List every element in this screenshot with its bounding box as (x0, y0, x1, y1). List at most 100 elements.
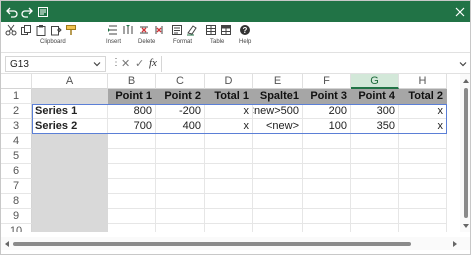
row-header-2[interactable]: 2 (1, 104, 32, 119)
row-header-9[interactable]: 9 (1, 209, 32, 224)
row-header-10[interactable]: 10 (1, 224, 32, 232)
horizontal-scrollbar[interactable] (1, 237, 470, 250)
cell-g2[interactable]: 300 (351, 104, 399, 119)
cell-c5[interactable] (156, 149, 205, 164)
cell-d4[interactable] (205, 134, 253, 149)
cell-d1[interactable]: Total 1 (205, 89, 253, 104)
cell-d10[interactable] (205, 224, 253, 232)
cell-b6[interactable] (108, 164, 156, 179)
cell-g9[interactable] (351, 209, 399, 224)
cell-a1[interactable] (32, 89, 108, 104)
cell-c8[interactable] (156, 194, 205, 209)
cell-f2[interactable]: 200 (303, 104, 351, 119)
column-header-c[interactable]: C (156, 74, 205, 89)
cell-g1[interactable]: Point 4 (351, 89, 399, 104)
cell-g6[interactable] (351, 164, 399, 179)
row-header-7[interactable]: 7 (1, 179, 32, 194)
select-all-corner[interactable] (1, 74, 32, 89)
cell-c3[interactable]: 400 (156, 119, 205, 134)
cell-h9[interactable] (399, 209, 447, 224)
cell-b4[interactable] (108, 134, 156, 149)
cell-d9[interactable] (205, 209, 253, 224)
close-icon[interactable] (453, 4, 467, 19)
cell-d7[interactable] (205, 179, 253, 194)
row-header-1[interactable]: 1 (1, 89, 32, 104)
cell-g8[interactable] (351, 194, 399, 209)
cell-g7[interactable] (351, 179, 399, 194)
cell-h10[interactable] (399, 224, 447, 232)
worksheet-grid[interactable]: A B C D E F G H 1 Point 1 Point 2 Total 1 Spalte1 Poi… (1, 74, 460, 232)
help-icon[interactable]: ? (238, 23, 251, 36)
cell-e8[interactable] (253, 194, 303, 209)
delete-column-icon[interactable] (152, 23, 165, 36)
cell-b7[interactable] (108, 179, 156, 194)
cell-e10[interactable] (253, 224, 303, 232)
row-header-6[interactable]: 6 (1, 164, 32, 179)
cell-d3[interactable]: x (205, 119, 253, 134)
cell-f8[interactable] (303, 194, 351, 209)
cell-h2[interactable]: x (399, 104, 447, 119)
cell-h7[interactable] (399, 179, 447, 194)
column-header-e[interactable]: E (253, 74, 303, 89)
cut-icon[interactable] (4, 23, 17, 36)
cell-a2[interactable]: Series 1 (32, 104, 108, 119)
scroll-up-icon[interactable] (462, 77, 470, 85)
cell-c2[interactable]: -200 (156, 104, 205, 119)
cell-c9[interactable] (156, 209, 205, 224)
row-header-5[interactable]: 5 (1, 149, 32, 164)
copy-icon[interactable] (19, 23, 32, 36)
cell-a8[interactable] (32, 194, 108, 209)
column-header-a[interactable]: A (32, 74, 108, 89)
cell-d5[interactable] (205, 149, 253, 164)
cell-c1[interactable]: Point 2 (156, 89, 205, 104)
cell-h1[interactable]: Total 2 (399, 89, 447, 104)
cell-f7[interactable] (303, 179, 351, 194)
cell-f6[interactable] (303, 164, 351, 179)
vertical-scrollbar[interactable] (460, 74, 470, 232)
scroll-down-icon[interactable] (462, 222, 470, 230)
cell-h4[interactable] (399, 134, 447, 149)
cell-g4[interactable] (351, 134, 399, 149)
cell-a6[interactable] (32, 164, 108, 179)
name-box[interactable]: G13 (5, 56, 106, 72)
expand-formula-bar-icon[interactable] (458, 59, 468, 69)
cell-d6[interactable] (205, 164, 253, 179)
cell-c6[interactable] (156, 164, 205, 179)
insert-function-icon[interactable]: fx (149, 57, 157, 69)
cell-e7[interactable] (253, 179, 303, 194)
cell-d8[interactable] (205, 194, 253, 209)
scroll-left-icon[interactable] (3, 240, 11, 248)
redo-icon[interactable] (20, 4, 34, 19)
cell-f1[interactable]: Point 3 (303, 89, 351, 104)
cell-b2[interactable]: 800 (108, 104, 156, 119)
column-header-g[interactable]: G (351, 74, 399, 89)
cell-e5[interactable] (253, 149, 303, 164)
column-header-d[interactable]: D (205, 74, 253, 89)
cell-h8[interactable] (399, 194, 447, 209)
cell-b5[interactable] (108, 149, 156, 164)
format-painter-icon[interactable] (64, 23, 77, 36)
enter-icon[interactable]: ✓ (135, 57, 144, 70)
form-icon[interactable] (36, 4, 50, 19)
cell-f10[interactable] (303, 224, 351, 232)
cell-g5[interactable] (351, 149, 399, 164)
insert-column-icon[interactable] (121, 23, 134, 36)
cell-f5[interactable] (303, 149, 351, 164)
cancel-icon[interactable]: ✕ (121, 57, 130, 70)
table-icon[interactable] (204, 23, 217, 36)
cell-a5[interactable] (32, 149, 108, 164)
cell-a9[interactable] (32, 209, 108, 224)
cell-e3[interactable]: <new> (253, 119, 303, 134)
cell-f4[interactable] (303, 134, 351, 149)
cell-d2[interactable]: x (205, 104, 253, 119)
delete-row-icon[interactable] (137, 23, 150, 36)
cell-e4[interactable] (253, 134, 303, 149)
cell-e9[interactable] (253, 209, 303, 224)
undo-icon[interactable] (5, 4, 19, 19)
cell-c7[interactable] (156, 179, 205, 194)
scroll-right-icon[interactable] (451, 240, 459, 248)
cell-a4[interactable] (32, 134, 108, 149)
cell-h5[interactable] (399, 149, 447, 164)
number-format-icon[interactable] (170, 23, 183, 36)
column-header-b[interactable]: B (108, 74, 156, 89)
